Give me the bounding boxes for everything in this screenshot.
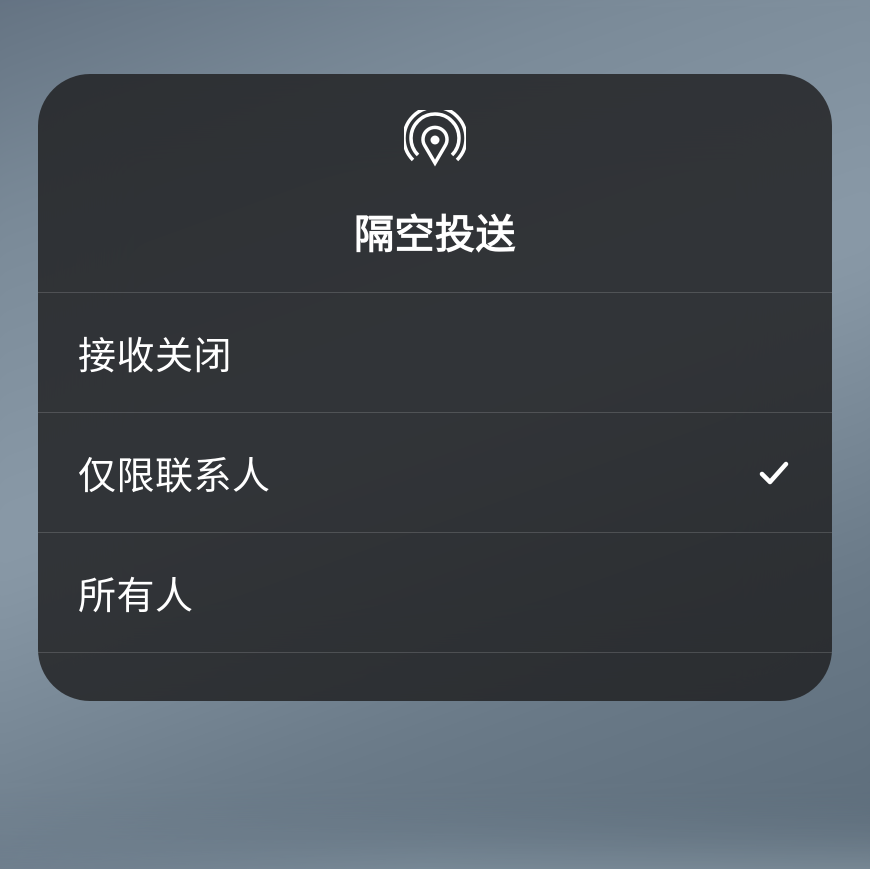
panel-title: 隔空投送 (354, 202, 516, 260)
option-receiving-off[interactable]: 接收关闭 (38, 293, 832, 413)
option-label: 仅限联系人 (78, 445, 271, 500)
airdrop-icon (404, 110, 466, 172)
panel-header: 隔空投送 (38, 74, 832, 293)
option-contacts-only[interactable]: 仅限联系人 (38, 413, 832, 533)
checkmark-icon (756, 455, 792, 491)
option-everyone[interactable]: 所有人 (38, 533, 832, 653)
option-label: 接收关闭 (78, 325, 232, 380)
airdrop-settings-panel: 隔空投送 接收关闭 仅限联系人 所有人 (38, 74, 832, 701)
option-label: 所有人 (78, 565, 194, 620)
